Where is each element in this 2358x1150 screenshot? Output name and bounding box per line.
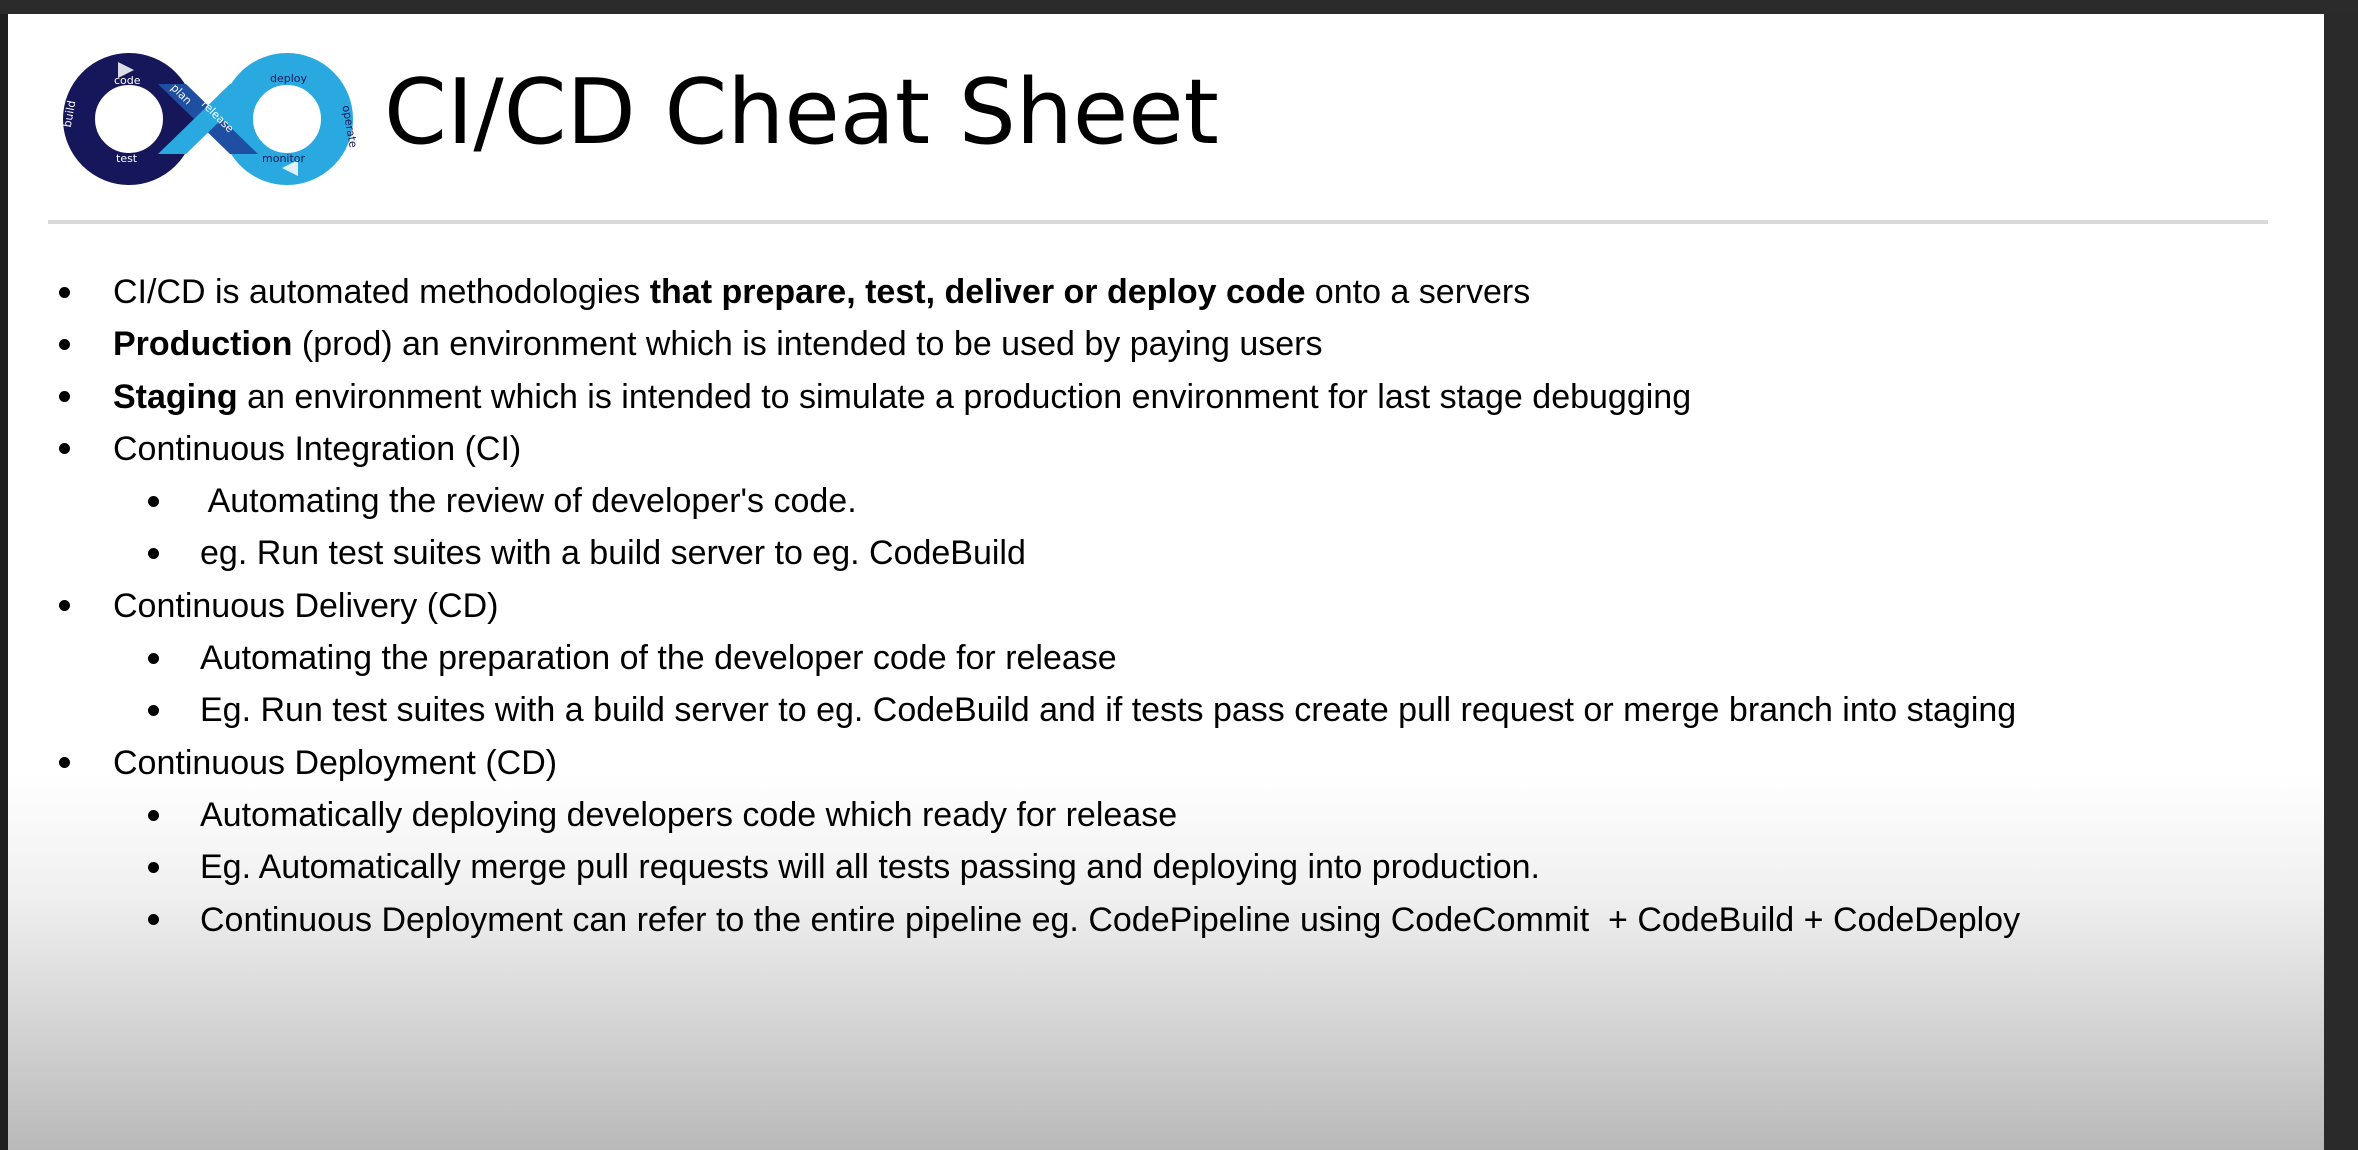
bullet-text: (prod) an environment which is intended … — [292, 325, 1323, 364]
sub-bullet: Eg. Run test suites with a build server … — [8, 684, 2020, 736]
slide-title: CI/CD Cheat Sheet — [384, 60, 1219, 165]
sub-bullet: Automating the preparation of the develo… — [8, 632, 2020, 684]
sub-bullet: Automatically deploying developers code … — [8, 789, 2020, 841]
logo-label-deploy: deploy — [270, 72, 308, 85]
bullet-text: Continuous Deployment (CD) — [113, 743, 558, 782]
sub-bullet: Continuous Deployment can refer to the e… — [8, 894, 2020, 946]
devops-infinity-loop-icon: code build test plan release deploy oper… — [61, 53, 358, 185]
sub-bullet: Eg. Automatically merge pull requests wi… — [8, 841, 2020, 893]
logo-label-test: test — [116, 152, 138, 165]
bullet-text: Continuous Deployment can refer to the e… — [200, 900, 2021, 939]
bullet-list: CI/CD is automated methodologies that pr… — [8, 266, 2020, 946]
bullet-bold-text: Staging — [113, 377, 238, 416]
bullet-text: CI/CD is automated methodologies — [113, 273, 650, 311]
bullet-cicd-definition: CI/CD is automated methodologies that pr… — [8, 266, 2020, 318]
bullet-text: eg. Run test suites with a build server … — [200, 534, 1026, 573]
viewer-right-edge — [2324, 14, 2358, 1150]
slide: code build test plan release deploy oper… — [8, 14, 2324, 1150]
bullet-text: an environment which is intended to simu… — [237, 377, 1692, 416]
bullet-text: Continuous Delivery (CD) — [113, 586, 499, 625]
bullet-text: Automatically deploying developers code … — [200, 795, 1178, 834]
viewer-top-bar — [0, 0, 2358, 14]
bullet-continuous-delivery: Continuous Delivery (CD) — [8, 580, 2020, 632]
bullet-text: Continuous Integration (CI) — [113, 429, 522, 468]
title-divider — [48, 220, 2268, 224]
bullet-continuous-deployment: Continuous Deployment (CD) — [8, 737, 2020, 789]
bullet-text: Automating the review of developer's cod… — [200, 482, 857, 521]
bullet-production: Production (prod) an environment which i… — [8, 318, 2020, 370]
bullet-text: Eg. Automatically merge pull requests wi… — [200, 848, 1540, 887]
bullet-staging: Staging an environment which is intended… — [8, 371, 2020, 423]
bullet-bold-text: Production — [113, 325, 293, 364]
bullet-text: onto a servers — [1305, 273, 1531, 311]
bullet-continuous-integration: Continuous Integration (CI) — [8, 423, 2020, 475]
sub-bullet: eg. Run test suites with a build server … — [8, 527, 2020, 579]
logo-label-code: code — [114, 74, 141, 87]
sub-bullet: Automating the review of developer's cod… — [8, 475, 2020, 527]
bullet-text: Automating the preparation of the develo… — [200, 639, 1117, 678]
logo-label-monitor: monitor — [262, 152, 306, 165]
bullet-bold-text: that prepare, test, deliver or deploy co… — [649, 273, 1306, 311]
bullet-text: Eg. Run test suites with a build server … — [200, 691, 2017, 730]
